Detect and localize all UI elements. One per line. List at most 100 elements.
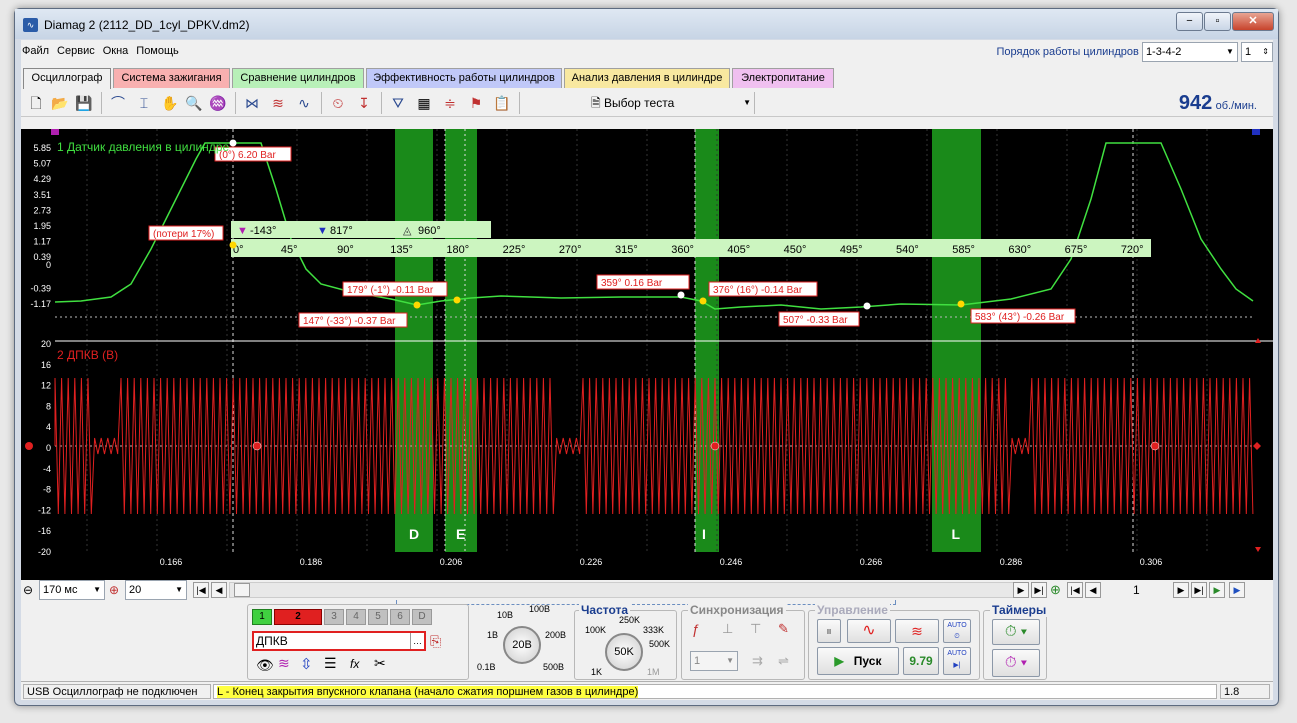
cursor-time-icon[interactable]: ⌶	[133, 92, 155, 114]
test-select[interactable]: 🗎 Выбор теста ▼	[591, 93, 751, 113]
scroll-next-button[interactable]: ▶	[1013, 582, 1029, 598]
ch1-marker-left[interactable]	[51, 129, 59, 135]
channel-d-button[interactable]: D	[412, 609, 432, 625]
angle-tick-label: 675°	[1065, 244, 1088, 256]
ch1-marker-right[interactable]	[1252, 129, 1260, 135]
sync-swap-icon[interactable]: ⇌	[778, 653, 789, 669]
scroll-last-button[interactable]: ▶|	[1031, 582, 1047, 598]
invert-icon[interactable]: ≋	[278, 655, 290, 672]
notes-icon[interactable]: 📋	[491, 92, 513, 114]
save-icon[interactable]: 💾	[73, 92, 95, 114]
voltage-knob[interactable]: 20В	[503, 626, 541, 664]
close-button[interactable]: ✕	[1232, 12, 1274, 31]
sync-channel-select[interactable]: 1 ▼	[690, 651, 738, 671]
tab-pressure-analysis[interactable]: Анализ давления в цилиндре	[564, 68, 730, 88]
new-file-icon[interactable]: 🗋	[25, 92, 47, 114]
scroll-prev-button[interactable]: ◀	[211, 582, 227, 598]
oscilloscope-plot[interactable]: 5.855.074.293.512.731.951.170.390-0.39-1…	[21, 129, 1273, 581]
sync-level-icon[interactable]: ⇉	[752, 653, 763, 669]
menu-help[interactable]: Помощь	[135, 45, 180, 57]
frequency-knob[interactable]: 50K	[605, 633, 643, 671]
ch1-tick-label: -0.39	[30, 283, 51, 293]
timer-stop-button[interactable]: ⏱ ▾	[992, 649, 1040, 677]
horizontal-scrollbar[interactable]	[229, 582, 1019, 598]
multi-wave-button[interactable]: ≋	[895, 619, 939, 643]
page-last-button[interactable]: ▶|	[1191, 582, 1207, 598]
page-next-button[interactable]: ▶	[1173, 582, 1189, 598]
trigger-down-icon[interactable]: ⊤	[750, 621, 761, 637]
pause-button[interactable]: ⏸	[817, 619, 841, 643]
zoom-select[interactable]: 20 ▼	[125, 580, 187, 600]
channel-6-button[interactable]: 6	[390, 609, 410, 625]
scrollbar-thumb[interactable]	[234, 583, 250, 597]
compress-icon[interactable]: ⋈	[241, 92, 263, 114]
channel-1-button[interactable]: 1	[252, 609, 272, 625]
toolbar-separator	[381, 92, 382, 114]
flag-icon[interactable]: ⚑	[465, 92, 487, 114]
split-icon[interactable]: ≑	[439, 92, 461, 114]
auto-start-button[interactable]: AUTO ▶|	[943, 647, 971, 675]
timer-start-button[interactable]: ⏱ ▾	[992, 619, 1040, 645]
zero-level-icon[interactable]: ↧	[353, 92, 375, 114]
play-button[interactable]: ▶	[1209, 582, 1225, 598]
sensor-name-value: ДПКВ	[256, 634, 288, 648]
browse-sensor-button[interactable]: …	[410, 633, 424, 649]
auto-scale-button[interactable]: AUTO ⏲	[943, 619, 971, 643]
ch2-zero-marker-left[interactable]	[25, 442, 33, 450]
play-fast-button[interactable]: ▶	[1229, 582, 1245, 598]
tab-power-supply[interactable]: Электропитание	[732, 68, 834, 88]
page-prev-button[interactable]: ◀	[1085, 582, 1101, 598]
scroll-first-button[interactable]: |◀	[193, 582, 209, 598]
single-wave-button[interactable]: ∿	[847, 619, 891, 643]
wave-overlay-icon[interactable]: ≋	[267, 92, 289, 114]
menu-service[interactable]: Сервис	[56, 45, 96, 57]
angle-tick-label: 315°	[615, 244, 638, 256]
maximize-button[interactable]: ▫	[1204, 12, 1231, 31]
auto-trigger-icon[interactable]: ⏲	[327, 92, 349, 114]
channel-3-button[interactable]: 3	[324, 609, 344, 625]
cylinder-number-spinner[interactable]: 1 ⇕	[1241, 42, 1273, 62]
tab-ignition[interactable]: Система зажигания	[113, 68, 230, 88]
hand-pan-icon[interactable]: ✋	[159, 92, 181, 114]
tab-cylinder-efficiency[interactable]: Эффективность работы цилиндров	[366, 68, 562, 88]
line-style-icon[interactable]: ☰	[324, 655, 337, 672]
channel-2-button[interactable]: 2	[274, 609, 322, 625]
filter-icon[interactable]: ♒	[207, 92, 229, 114]
minimize-button[interactable]: −	[1176, 12, 1203, 31]
cylinder-order-select[interactable]: 1-3-4-2 ▼	[1141, 42, 1238, 62]
level-display[interactable]: 9.79	[903, 647, 939, 675]
frequency-label: 250K	[619, 615, 641, 625]
tab-cylinder-compare[interactable]: Сравнение цилиндров	[232, 68, 364, 88]
annotation-label: 376° (16°) -0.14 Bar	[713, 285, 803, 296]
cursor-measure-icon[interactable]: ⌒	[107, 92, 129, 114]
falling-edge-icon[interactable]: ⊥	[722, 621, 733, 637]
start-button[interactable]: ▶ Пуск	[817, 647, 899, 675]
menu-windows[interactable]: Окна	[102, 45, 130, 57]
channel-5-button[interactable]: 5	[368, 609, 388, 625]
visibility-eye-icon[interactable]: 👁	[256, 657, 274, 674]
channel-4-button[interactable]: 4	[346, 609, 366, 625]
function-icon[interactable]: fx	[350, 657, 359, 671]
zoom-out-icon[interactable]: ⊖	[23, 583, 33, 597]
grid-icon[interactable]: ▦	[413, 92, 435, 114]
menu-file[interactable]: Файл	[21, 45, 50, 57]
timebase-select[interactable]: 170 мс ▼	[39, 580, 105, 600]
tab-oscilloscope[interactable]: Осциллограф	[23, 68, 111, 89]
marker-icon-2: ▼	[317, 225, 328, 237]
rising-edge-icon[interactable]: ƒ	[692, 621, 700, 637]
marker-icon-1: ▼	[237, 225, 248, 237]
sensor-settings-icon[interactable]: ⎘	[430, 633, 441, 650]
time-tick-label: 0.206	[440, 557, 463, 567]
zoom-icon[interactable]: 🔍	[183, 92, 205, 114]
sensor-name-field[interactable]: ДПКВ …	[252, 631, 426, 651]
page-first-button[interactable]: |◀	[1067, 582, 1083, 598]
vertical-shift-icon[interactable]: ⇳	[300, 655, 313, 673]
tools-icon[interactable]: ✂	[374, 655, 386, 672]
trigger-auto-icon[interactable]: ✎	[778, 621, 789, 637]
zoom-in-icon[interactable]: ⊕	[109, 583, 119, 597]
add-page-icon[interactable]: ⊕	[1050, 582, 1061, 598]
open-folder-icon[interactable]: 📂	[49, 92, 71, 114]
wave-split-icon[interactable]: ∿	[293, 92, 315, 114]
timebase-row: ⊖ 170 мс ▼ ⊕ 20 ▼ |◀ ◀ ▶ ▶| ⊕ |◀ ◀ 1 ▶ ▶| …	[23, 580, 1273, 600]
marker-icon[interactable]: ⛛	[387, 92, 409, 114]
